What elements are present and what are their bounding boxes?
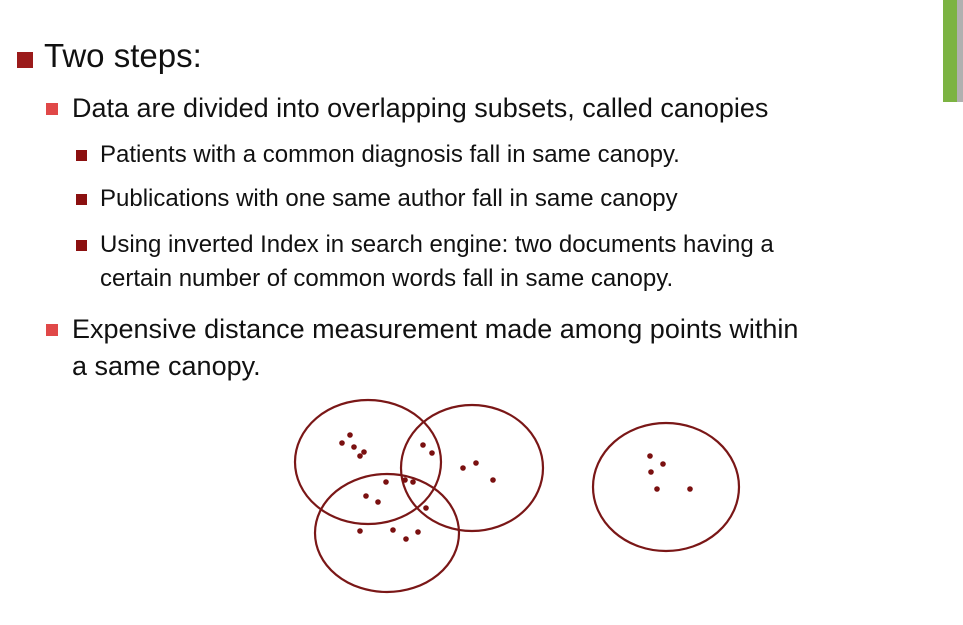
heading-bullet-icon [17, 52, 33, 68]
data-point [383, 479, 389, 485]
step2-text-continuation: a same canopy. [72, 351, 261, 381]
data-point [339, 440, 345, 446]
data-point [347, 432, 353, 438]
canopy-circle [399, 403, 545, 533]
data-point [363, 493, 369, 499]
data-point [647, 453, 653, 459]
data-point [390, 527, 396, 533]
step1-text: Data are divided into overlapping subset… [72, 93, 769, 123]
canopy-diagram [293, 398, 741, 594]
data-point [473, 460, 479, 466]
data-point [423, 505, 429, 511]
example-text-continuation: certain number of common words fall in s… [100, 265, 674, 292]
canopy-circle [313, 472, 461, 594]
accent-bar-green [943, 0, 957, 102]
example-text: Patients with a common diagnosis fall in… [100, 141, 680, 168]
canopy-circle [293, 398, 443, 526]
example-text: Publications with one same author fall i… [100, 185, 678, 212]
step2-text: Expensive distance measurement made amon… [72, 314, 799, 344]
data-point [415, 529, 421, 535]
example-bullet-icon [76, 240, 87, 251]
data-point [460, 465, 466, 471]
data-point [402, 477, 408, 483]
example-bullet-icon [76, 150, 87, 161]
accent-bar [943, 0, 963, 102]
canopy-circle [591, 421, 741, 553]
step2-bullet-icon [46, 324, 58, 336]
data-point [410, 479, 416, 485]
slide-heading: Two steps: [44, 37, 202, 74]
data-point [420, 442, 426, 448]
data-point [357, 528, 363, 534]
data-point [490, 477, 496, 483]
data-point [361, 449, 367, 455]
accent-bar-gray [957, 0, 963, 102]
data-point [351, 444, 357, 450]
example-text: Using inverted Index in search engine: t… [100, 231, 774, 258]
step1-bullet-icon [46, 103, 58, 115]
data-point [429, 450, 435, 456]
data-point [403, 536, 409, 542]
data-point [357, 453, 363, 459]
data-point [660, 461, 666, 467]
data-point [687, 486, 693, 492]
data-point [654, 486, 660, 492]
data-point [648, 469, 654, 475]
data-point [375, 499, 381, 505]
example-bullet-icon [76, 194, 87, 205]
